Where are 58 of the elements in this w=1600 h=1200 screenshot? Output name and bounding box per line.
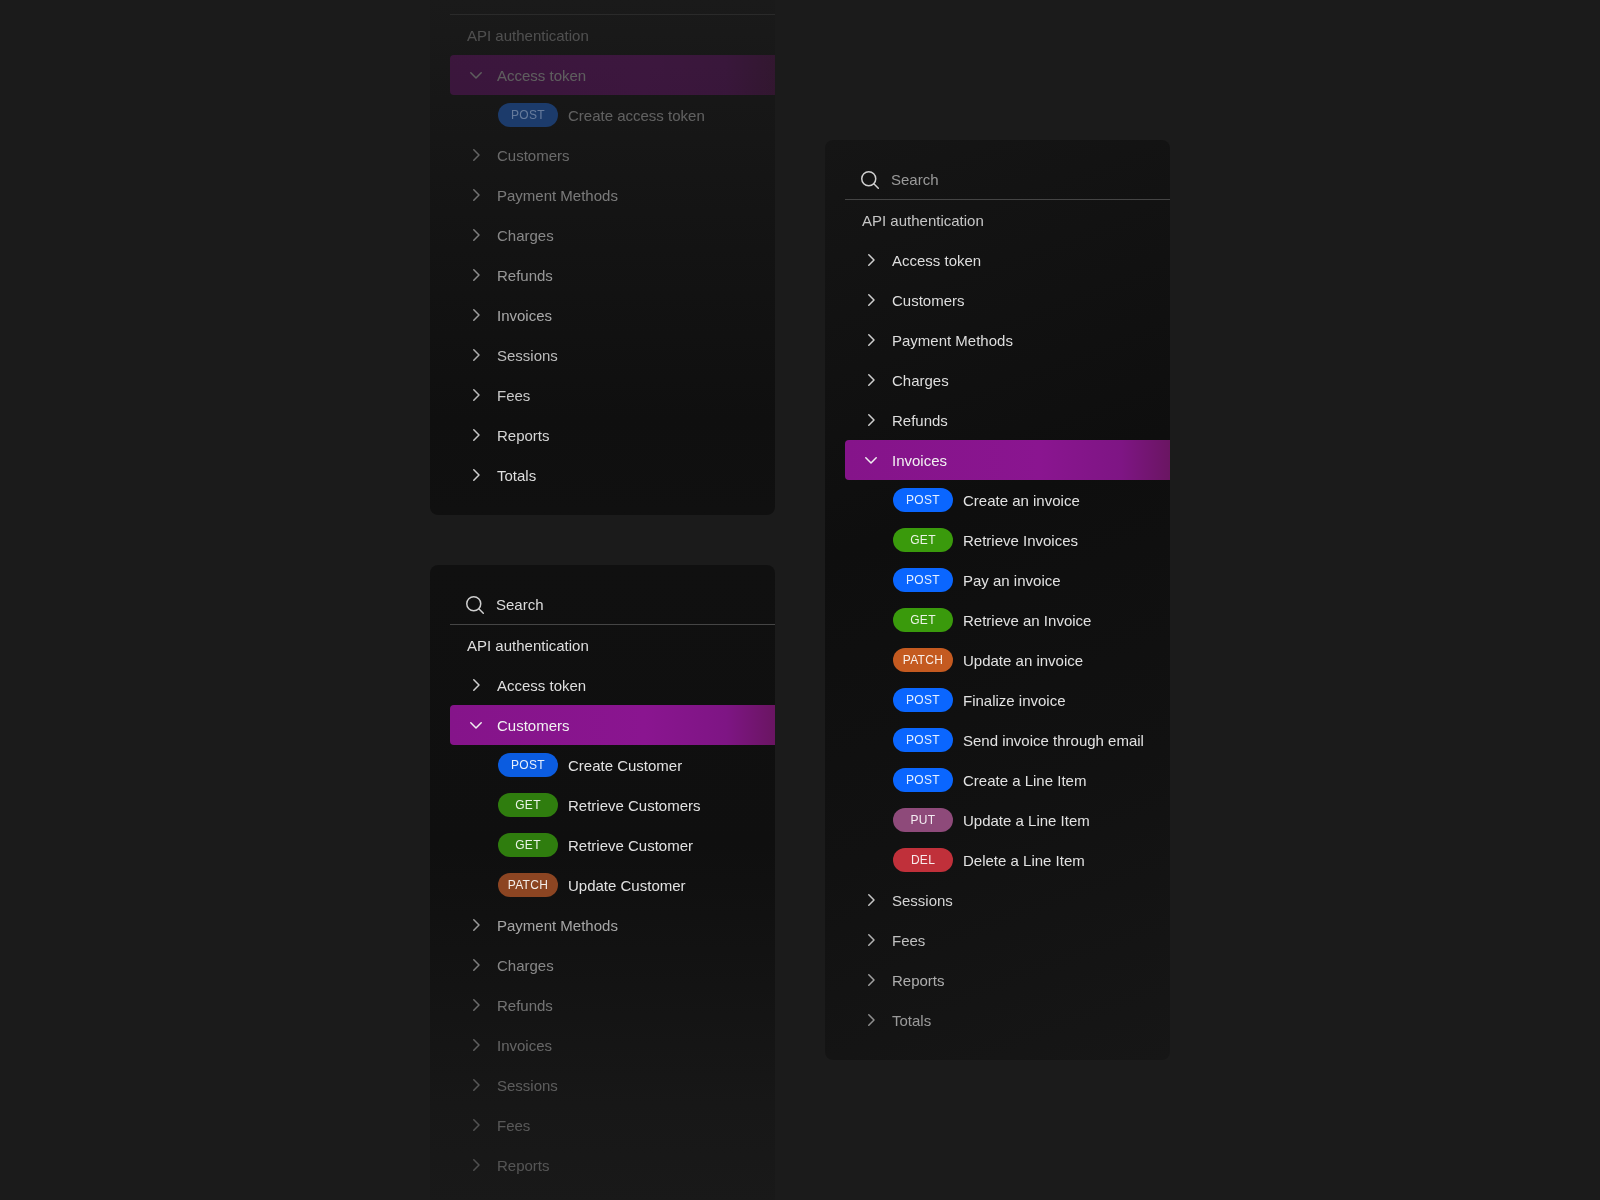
- endpoint-item[interactable]: Send invoice through email: [963, 731, 1144, 749]
- method-tag: POST: [893, 488, 953, 512]
- endpoint-item[interactable]: Finalize invoice: [963, 691, 1066, 709]
- nav-item[interactable]: Charges: [845, 360, 1170, 400]
- method-tag: GET: [498, 793, 558, 817]
- nav-item[interactable]: Access token: [845, 240, 1170, 280]
- nav-item[interactable]: Refunds: [450, 985, 775, 1025]
- nav-item[interactable]: Refunds: [845, 400, 1170, 440]
- method-tag: DEL: [893, 848, 953, 872]
- nav-item[interactable]: Totals: [450, 455, 775, 495]
- nav-item[interactable]: Fees: [450, 375, 775, 415]
- method-tag: PATCH: [893, 648, 953, 672]
- endpoint-item[interactable]: Pay an invoice: [963, 571, 1061, 589]
- nav-item[interactable]: Refunds: [450, 255, 775, 295]
- section-heading: API authentication: [467, 636, 589, 654]
- nav-item[interactable]: Sessions: [450, 335, 775, 375]
- method-tag: POST: [498, 753, 558, 777]
- method-tag: POST: [893, 768, 953, 792]
- nav-item[interactable]: Charges: [450, 945, 775, 985]
- endpoint-item[interactable]: Delete a Line Item: [963, 851, 1085, 869]
- nav-item[interactable]: Reports: [845, 960, 1170, 1000]
- nav-item[interactable]: Reports: [450, 415, 775, 455]
- endpoint-item[interactable]: Create Customer: [568, 756, 683, 774]
- nav-item[interactable]: Payment Methods: [450, 175, 775, 215]
- nav-item[interactable]: Customers: [450, 705, 775, 745]
- nav-item[interactable]: Totals: [845, 1000, 1170, 1040]
- method-tag: POST: [893, 688, 953, 712]
- nav-item[interactable]: Charges: [450, 215, 775, 255]
- method-tag: POST: [498, 103, 558, 127]
- endpoint-item[interactable]: Update Customer: [568, 876, 686, 894]
- endpoint-item[interactable]: Create a Line Item: [963, 771, 1087, 789]
- endpoint-item[interactable]: Retrieve Customer: [568, 836, 694, 854]
- method-tag: GET: [893, 528, 953, 552]
- nav-item[interactable]: Invoices: [450, 295, 775, 335]
- method-tag: GET: [498, 833, 558, 857]
- nav-item[interactable]: Payment Methods: [845, 320, 1170, 360]
- nav-item[interactable]: Payment Methods: [450, 905, 775, 945]
- nav-item[interactable]: Invoices: [845, 440, 1170, 480]
- method-tag: POST: [893, 568, 953, 592]
- method-tag: GET: [893, 608, 953, 632]
- endpoint-item[interactable]: Update a Line Item: [963, 811, 1090, 829]
- nav-item[interactable]: Fees: [845, 920, 1170, 960]
- section-heading: API authentication: [862, 211, 984, 229]
- endpoint-item[interactable]: Retrieve Customers: [568, 796, 701, 814]
- endpoint-item[interactable]: Retrieve Invoices: [963, 531, 1079, 549]
- endpoint-item[interactable]: Update an invoice: [963, 651, 1084, 669]
- search-field[interactable]: Search: [891, 168, 1170, 191]
- nav-item[interactable]: Sessions: [845, 880, 1170, 920]
- search-field[interactable]: Search: [496, 593, 775, 616]
- endpoint-item[interactable]: Retrieve an Invoice: [963, 611, 1092, 629]
- method-tag: PUT: [893, 808, 953, 832]
- method-tag: POST: [893, 728, 953, 752]
- endpoint-item[interactable]: Create an invoice: [963, 491, 1080, 509]
- search-icon: [861, 170, 879, 189]
- nav-item[interactable]: Access token: [450, 665, 775, 705]
- search-icon: [466, 595, 484, 614]
- method-tag: PATCH: [498, 873, 558, 897]
- nav-item[interactable]: Customers: [845, 280, 1170, 320]
